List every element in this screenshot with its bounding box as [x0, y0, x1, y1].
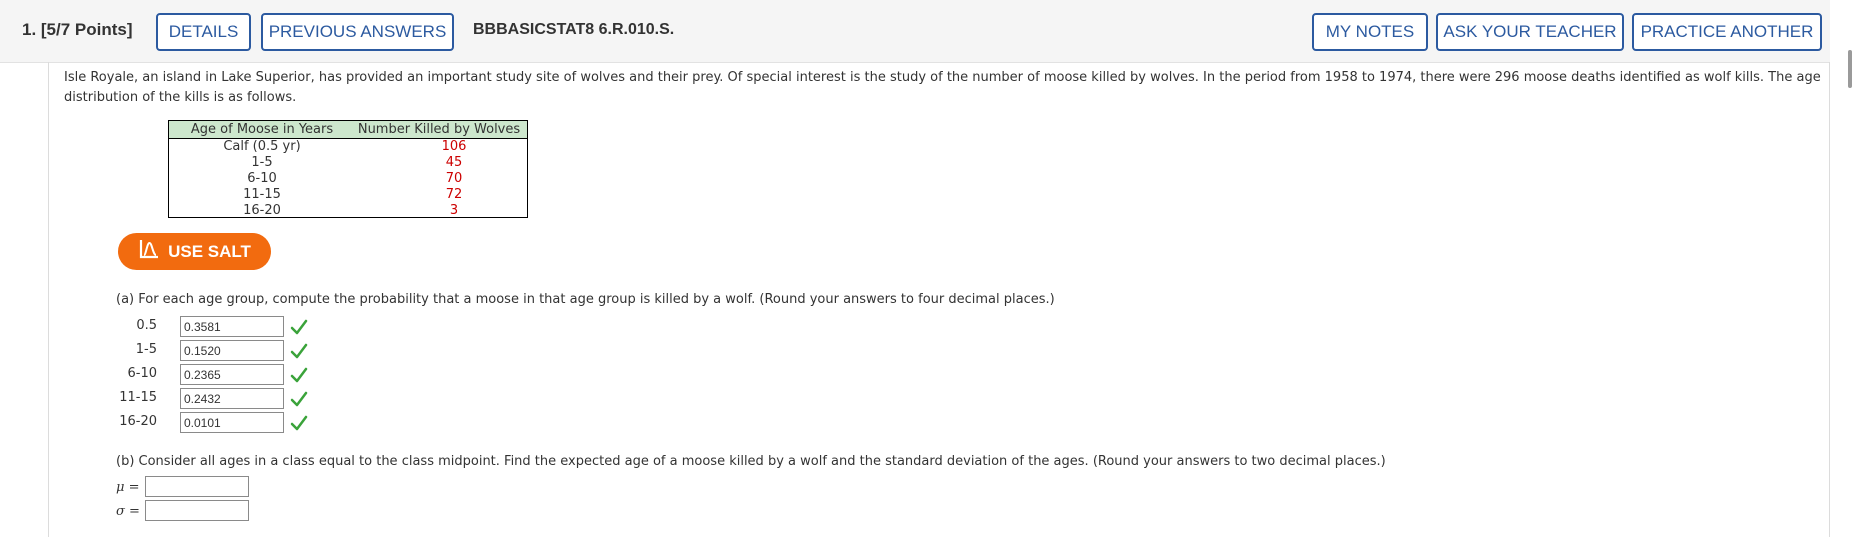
table-cell-age: 6-10 — [247, 171, 277, 186]
age-group-label: 1-5 — [135, 342, 157, 357]
table-header: Age of Moose in Years Number Killed by W… — [169, 121, 527, 139]
sigma-answer-input[interactable] — [145, 500, 249, 521]
column-header-killed: Number Killed by Wolves — [357, 122, 521, 137]
answer-input-0.5[interactable] — [180, 316, 284, 337]
age-group-label: 16-20 — [119, 414, 157, 429]
mu-label: μ = — [116, 480, 140, 495]
details-button[interactable]: DETAILS — [156, 13, 251, 51]
question-header: 1. [5/7 Points] DETAILS PREVIOUS ANSWERS… — [0, 0, 1830, 63]
correct-check-icon — [290, 319, 308, 335]
correct-check-icon — [290, 367, 308, 383]
column-header-age: Age of Moose in Years — [190, 122, 334, 137]
previous-answers-button[interactable]: PREVIOUS ANSWERS — [261, 13, 454, 51]
answer-input-11-15[interactable] — [180, 388, 284, 409]
table-cell-killed: 70 — [445, 171, 463, 186]
use-salt-button[interactable]: USE SALT — [118, 233, 271, 270]
correct-check-icon — [290, 415, 308, 431]
correct-check-icon — [290, 391, 308, 407]
table-cell-age: Calf (0.5 yr) — [223, 139, 301, 154]
answer-input-16-20[interactable] — [180, 412, 284, 433]
table-cell-killed: 72 — [445, 187, 463, 202]
table-cell-killed: 45 — [445, 155, 463, 170]
table-cell-killed: 106 — [441, 139, 467, 154]
table-cell-age: 16-20 — [243, 203, 281, 218]
ask-your-teacher-button[interactable]: ASK YOUR TEACHER — [1436, 13, 1624, 51]
scrollbar-thumb[interactable] — [1848, 50, 1852, 88]
age-group-label: 6-10 — [127, 366, 157, 381]
use-salt-label: USE SALT — [168, 241, 251, 261]
sigma-label: σ = — [116, 504, 140, 519]
age-group-label: 11-15 — [119, 390, 157, 405]
moose-data-table: Age of Moose in Years Number Killed by W… — [168, 120, 528, 218]
answer-input-6-10[interactable] — [180, 364, 284, 385]
salt-chart-icon — [138, 239, 160, 264]
part-a-prompt: (a) For each age group, compute the prob… — [116, 292, 1055, 307]
answer-input-1-5[interactable] — [180, 340, 284, 361]
my-notes-button[interactable]: MY NOTES — [1312, 13, 1428, 51]
table-cell-killed: 3 — [449, 203, 459, 218]
question-intro: Isle Royale, an island in Lake Superior,… — [64, 70, 1821, 105]
table-cell-age: 1-5 — [251, 155, 273, 170]
mu-answer-input[interactable] — [145, 476, 249, 497]
question-id: BBBASICSTAT8 6.R.010.S. — [473, 21, 675, 38]
question-points: 1. [5/7 Points] — [22, 20, 133, 39]
age-group-label: 0.5 — [136, 318, 157, 333]
correct-check-icon — [290, 343, 308, 359]
table-cell-age: 11-15 — [243, 187, 281, 202]
practice-another-button[interactable]: PRACTICE ANOTHER — [1632, 13, 1822, 51]
part-b-prompt: (b) Consider all ages in a class equal t… — [116, 454, 1386, 469]
